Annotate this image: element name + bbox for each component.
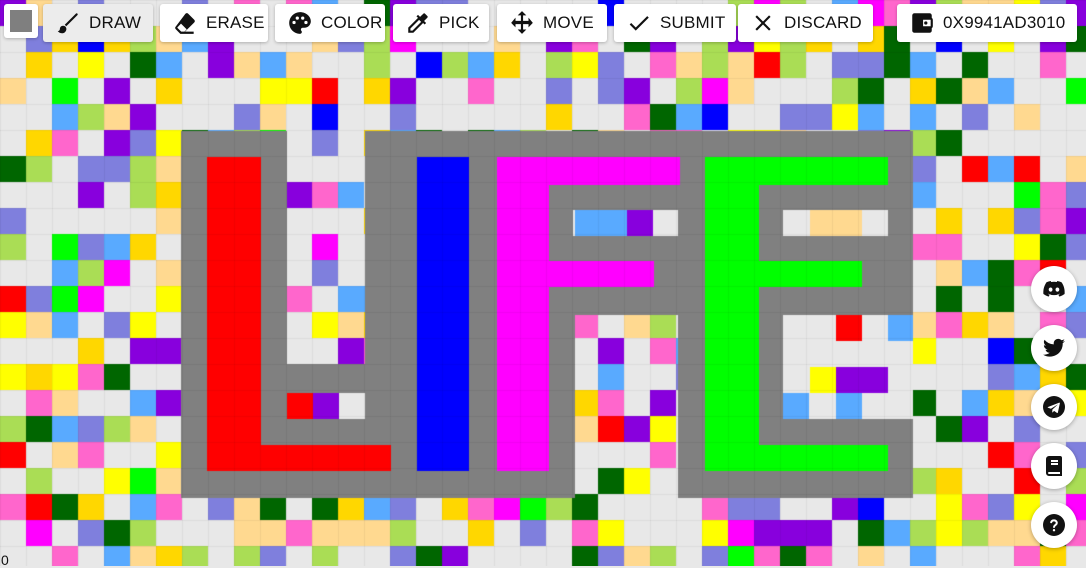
pixel-canvas[interactable] <box>0 0 1086 566</box>
pick-label: PICK <box>439 13 480 32</box>
discord-icon <box>1043 281 1065 297</box>
submit-label: SUBMIT <box>660 13 726 32</box>
twitter-button[interactable] <box>1031 325 1077 371</box>
help-button[interactable] <box>1031 502 1077 548</box>
twitter-icon <box>1043 338 1065 357</box>
checkmark-icon <box>629 16 649 31</box>
discard-label: DISCARD <box>784 13 862 32</box>
pick-button[interactable]: PICK <box>393 4 489 42</box>
wallet-address: 0X9941AD3010 <box>943 13 1066 32</box>
brush-icon <box>57 13 78 34</box>
move-arrows-icon <box>511 11 533 34</box>
color-button[interactable]: COLOR <box>275 4 385 42</box>
eraser-icon <box>175 13 195 34</box>
submit-button[interactable]: SUBMIT <box>614 4 736 42</box>
current-color-swatch[interactable] <box>4 4 38 38</box>
wallet-icon <box>912 13 933 33</box>
close-icon <box>755 15 771 31</box>
discord-button[interactable] <box>1031 266 1077 312</box>
docs-button[interactable] <box>1031 443 1077 489</box>
move-button[interactable]: MOVE <box>497 4 607 42</box>
erase-button[interactable]: ERASE <box>160 4 268 42</box>
help-icon <box>1043 514 1065 536</box>
erase-label: ERASE <box>206 13 265 32</box>
move-label: MOVE <box>543 13 594 32</box>
current-color-fill <box>10 10 32 32</box>
draw-button[interactable]: DRAW <box>43 4 153 42</box>
wallet-button[interactable]: 0X9941AD3010 <box>897 4 1077 42</box>
draw-label: DRAW <box>89 13 142 32</box>
eyedropper-icon <box>408 13 428 33</box>
telegram-button[interactable] <box>1031 384 1077 430</box>
palette-icon <box>289 12 311 34</box>
telegram-icon <box>1043 396 1065 418</box>
discard-button[interactable]: DISCARD <box>738 4 873 42</box>
book-icon <box>1046 456 1062 476</box>
color-label: COLOR <box>321 13 383 32</box>
